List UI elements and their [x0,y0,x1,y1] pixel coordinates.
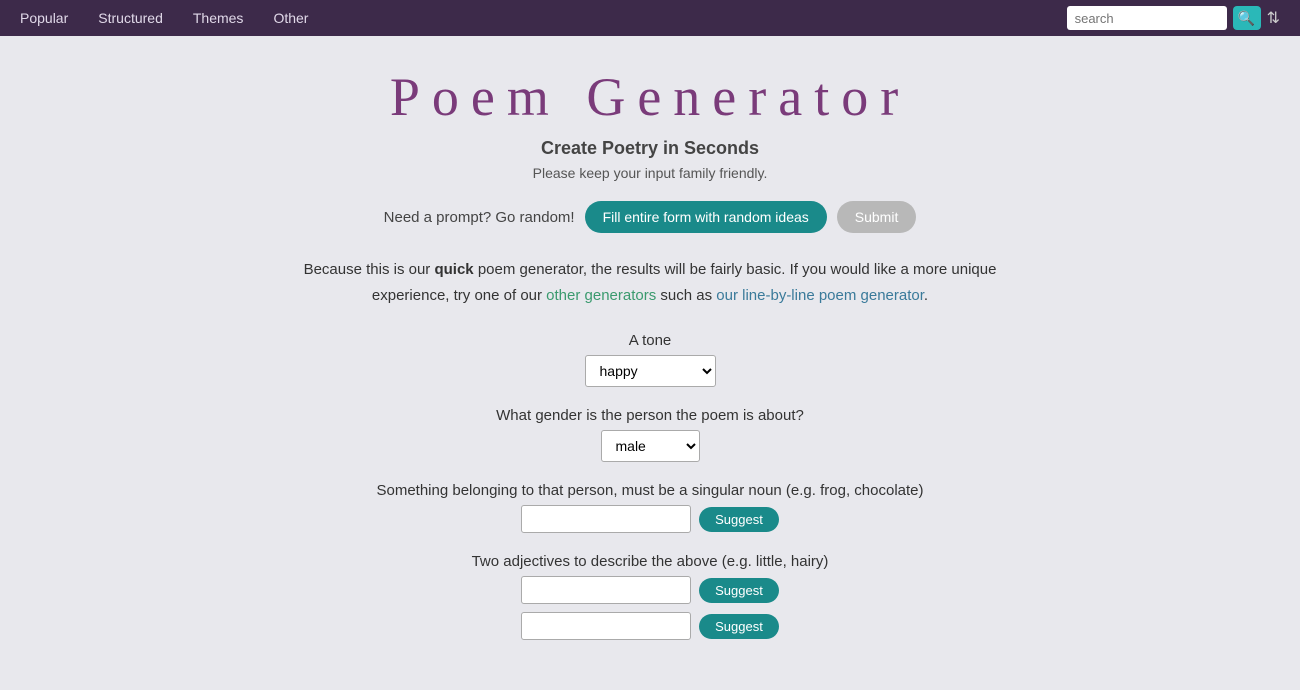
random-fill-button[interactable]: Fill entire form with random ideas [585,201,827,233]
other-generators-link[interactable]: other generators [546,287,656,304]
adj2-suggest-button[interactable]: Suggest [699,614,779,639]
nav-links: Popular Structured Themes Other [20,10,308,26]
adj1-input-row: Suggest [250,576,1050,604]
filter-icon: ⇅ [1267,8,1280,28]
filter-button[interactable]: ⇅ [1267,8,1280,28]
search-icon: 🔍 [1238,10,1255,27]
search-input[interactable] [1067,6,1227,30]
description-block: Because this is our quick poem generator… [280,257,1020,308]
desc-end: . [924,287,928,304]
desc-quick: quick [434,261,473,278]
adj1-suggest-button[interactable]: Suggest [699,578,779,603]
adjectives-field-group: Two adjectives to describe the above (e.… [250,553,1050,640]
adjectives-label: Two adjectives to describe the above (e.… [250,553,1050,570]
adj2-input[interactable] [521,612,691,640]
desc-text-before: Because this is our [304,261,435,278]
random-prompt-text: Need a prompt? Go random! [384,209,575,226]
poem-form: A tone happy sad romantic funny dark ins… [250,332,1050,640]
main-content: Poem Generator Create Poetry in Seconds … [0,36,1300,690]
desc-such-as: such as [656,287,716,304]
search-button[interactable]: 🔍 [1233,6,1261,30]
nav-themes[interactable]: Themes [193,10,244,26]
noun-suggest-button[interactable]: Suggest [699,507,779,532]
gender-label: What gender is the person the poem is ab… [250,407,1050,424]
line-by-line-link[interactable]: our line-by-line poem generator [716,287,924,304]
gender-select[interactable]: male female neutral [601,430,700,462]
nav-popular[interactable]: Popular [20,10,68,26]
tone-field-group: A tone happy sad romantic funny dark ins… [250,332,1050,387]
noun-label: Something belonging to that person, must… [250,482,1050,499]
noun-field-group: Something belonging to that person, must… [250,482,1050,533]
noun-input[interactable] [521,505,691,533]
navbar: Popular Structured Themes Other 🔍 ⇅ [0,0,1300,36]
subtitle: Create Poetry in Seconds [20,138,1280,159]
nav-other[interactable]: Other [273,10,308,26]
nav-structured[interactable]: Structured [98,10,163,26]
tone-select[interactable]: happy sad romantic funny dark inspiratio… [585,355,716,387]
random-row: Need a prompt? Go random! Fill entire fo… [20,201,1280,233]
adj1-input[interactable] [521,576,691,604]
submit-button[interactable]: Submit [837,201,917,233]
noun-input-row: Suggest [250,505,1050,533]
search-area: 🔍 ⇅ [1067,6,1280,30]
adj2-input-row: Suggest [250,612,1050,640]
family-note: Please keep your input family friendly. [20,165,1280,181]
tone-label: A tone [250,332,1050,349]
gender-field-group: What gender is the person the poem is ab… [250,407,1050,462]
page-title: Poem Generator [20,66,1280,128]
